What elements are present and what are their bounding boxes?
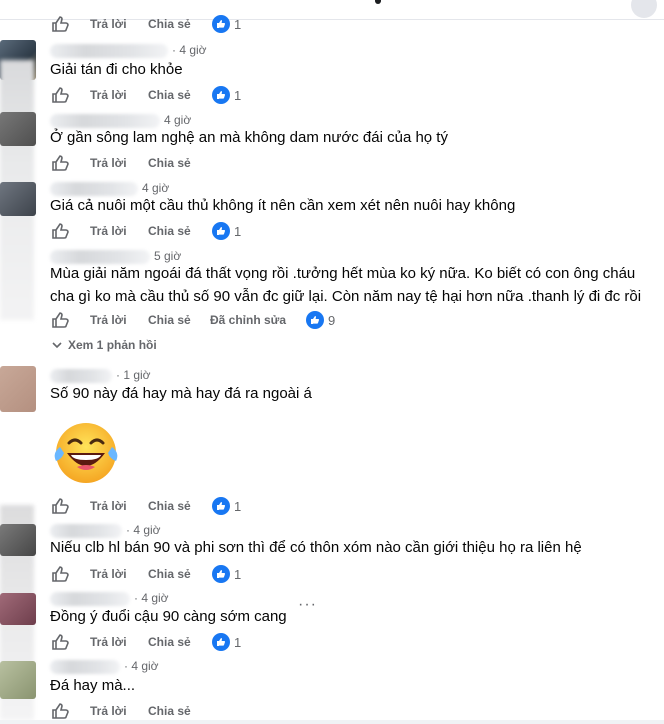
see-replies-label: Xem 1 phản hồi <box>68 338 157 352</box>
chevron-down-icon <box>52 338 62 352</box>
see-replies-link[interactable]: Xem 1 phản hồi <box>52 338 157 352</box>
edited-label: Đã chỉnh sửa <box>210 313 287 327</box>
comment-text: Số 90 này đá hay mà hay đá ra ngoài á <box>50 385 312 402</box>
bottom-divider <box>0 720 664 724</box>
like-icon[interactable] <box>50 14 70 34</box>
like-icon[interactable] <box>50 496 70 516</box>
like-reaction-icon[interactable] <box>212 565 230 583</box>
share-button[interactable]: Chia sẻ <box>148 156 191 170</box>
reply-button[interactable]: Trả lời <box>90 313 127 327</box>
like-reaction-icon[interactable] <box>212 633 230 651</box>
share-button[interactable]: Chia sẻ <box>148 313 191 327</box>
comment-header: · 4 giờ <box>50 659 159 674</box>
like-icon[interactable] <box>50 310 70 330</box>
timestamp[interactable]: · 4 giờ <box>124 659 159 673</box>
like-icon[interactable] <box>50 153 70 173</box>
reply-button[interactable]: Trả lời <box>90 567 127 581</box>
comment-text-line: cha gì ko mà cầu thủ số 90 vẫn đc giữ lạ… <box>50 288 642 305</box>
timestamp[interactable]: · 1 giờ <box>116 368 151 382</box>
like-icon[interactable] <box>50 701 70 721</box>
like-count: 1 <box>234 635 242 650</box>
share-button[interactable]: Chia sẻ <box>148 499 191 513</box>
like-count: 1 <box>234 17 242 32</box>
avatar[interactable] <box>0 661 36 699</box>
reply-button[interactable]: Trả lời <box>90 704 127 718</box>
share-button[interactable]: Chia sẻ <box>148 704 191 718</box>
avatar[interactable] <box>0 366 36 412</box>
top-notch <box>375 0 381 4</box>
share-button[interactable]: Chia sẻ <box>148 635 191 649</box>
comment-text: Mùa giải năm ngoái đá thất vọng rồi .tưở… <box>50 262 660 308</box>
comment-text: Ở gần sông lam nghệ an mà không dam nước… <box>50 129 448 146</box>
share-button[interactable]: Chia sẻ <box>148 17 191 31</box>
avatar[interactable] <box>0 593 36 625</box>
like-icon[interactable] <box>50 632 70 652</box>
avatar[interactable] <box>0 112 36 146</box>
like-count: 9 <box>328 313 336 328</box>
avatar[interactable] <box>0 182 36 216</box>
comment-text: Đồng ý đuổi cậu 90 càng sớm cang <box>50 608 287 625</box>
timestamp[interactable]: · 4 giờ <box>172 43 207 57</box>
like-icon[interactable] <box>50 221 70 241</box>
reply-button[interactable]: Trả lời <box>90 88 127 102</box>
share-button[interactable]: Chia sẻ <box>148 88 191 102</box>
reply-button[interactable]: Trả lời <box>90 635 127 649</box>
like-count: 1 <box>234 567 242 582</box>
comment-text: Niếu clb hl bán 90 và phi sơn thì để có … <box>50 539 582 556</box>
like-reaction-icon[interactable] <box>212 15 230 33</box>
like-reaction-icon[interactable] <box>212 222 230 240</box>
author-name[interactable] <box>50 43 168 58</box>
author-name[interactable] <box>50 591 130 606</box>
timestamp[interactable]: 4 giờ <box>142 181 169 195</box>
comment-header: · 4 giờ <box>50 591 169 606</box>
like-reaction-icon[interactable] <box>212 497 230 515</box>
like-icon[interactable] <box>50 564 70 584</box>
reply-button[interactable]: Trả lời <box>90 17 127 31</box>
timestamp[interactable]: 5 giờ <box>154 249 181 263</box>
like-reaction-icon[interactable] <box>306 311 324 329</box>
like-count: 1 <box>234 88 242 103</box>
avatar[interactable] <box>0 524 36 556</box>
comment-header: · 4 giờ <box>50 43 207 58</box>
comment-text: Giá cả nuôi một cầu thủ không ít nên cần… <box>50 197 516 214</box>
reply-button[interactable]: Trả lời <box>90 224 127 238</box>
timestamp[interactable]: · 4 giờ <box>134 591 169 605</box>
share-button[interactable]: Chia sẻ <box>148 567 191 581</box>
comment-text: Đá hay mà... <box>50 677 136 694</box>
author-name[interactable] <box>50 659 120 674</box>
like-count: 1 <box>234 224 242 239</box>
comment-text-line: Mùa giải năm ngoái đá thất vọng rồi .tưở… <box>50 265 636 282</box>
more-options-icon[interactable]: ··· <box>298 596 317 614</box>
share-button[interactable]: Chia sẻ <box>148 224 191 238</box>
comment-text: Giải tán đi cho khỏe <box>50 61 183 78</box>
timestamp[interactable]: 4 giờ <box>164 113 191 127</box>
comment-header: · 1 giờ <box>50 368 151 383</box>
reply-button[interactable]: Trả lời <box>90 499 127 513</box>
laughing-emoji-icon <box>54 423 118 483</box>
like-icon[interactable] <box>50 85 70 105</box>
timestamp[interactable]: · 4 giờ <box>126 523 161 537</box>
close-button[interactable] <box>631 0 657 18</box>
reply-button[interactable]: Trả lời <box>90 156 127 170</box>
like-reaction-icon[interactable] <box>212 86 230 104</box>
like-count: 1 <box>234 499 242 514</box>
author-name[interactable] <box>50 368 112 383</box>
